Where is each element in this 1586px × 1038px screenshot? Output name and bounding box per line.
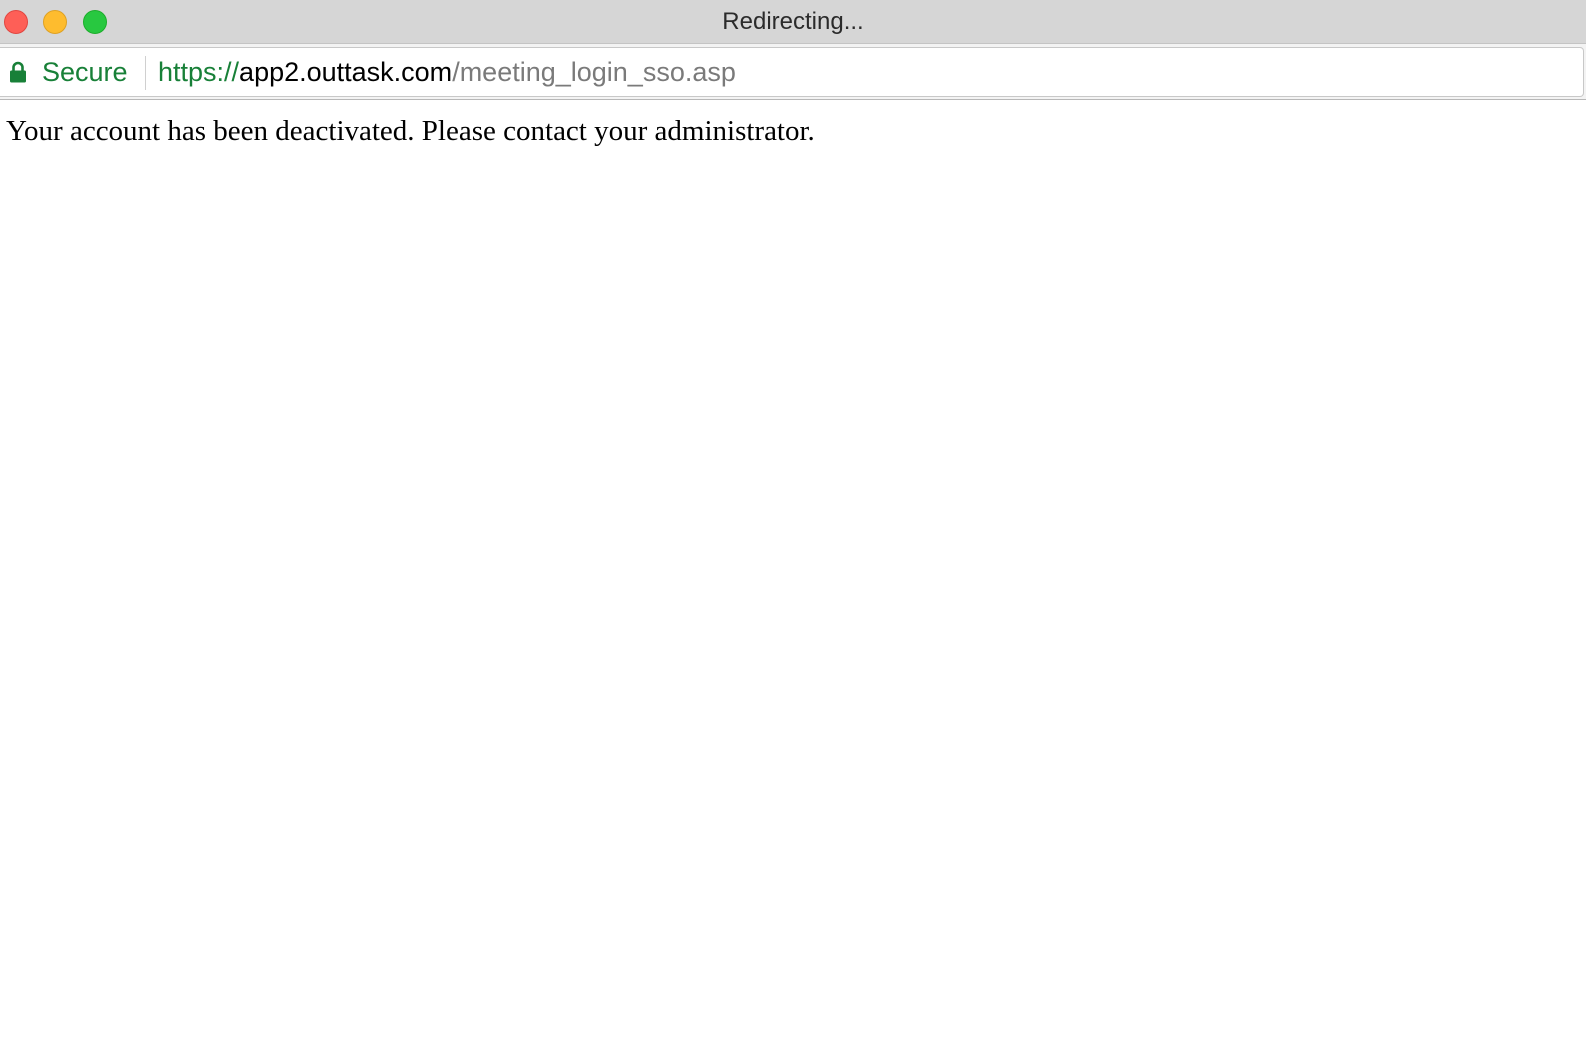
page-content: Your account has been deactivated. Pleas… — [0, 101, 1586, 1038]
deactivated-message: Your account has been deactivated. Pleas… — [6, 115, 815, 147]
address-bar: Secure https://app2.outtask.com/meeting_… — [0, 44, 1586, 100]
window-titlebar: Redirecting... — [0, 0, 1586, 44]
url-host: app2.outtask.com — [239, 57, 453, 87]
omnibox-divider — [145, 56, 146, 90]
url-path: /meeting_login_sso.asp — [452, 57, 736, 87]
url-scheme: https:// — [158, 57, 240, 87]
url-text[interactable]: https://app2.outtask.com/meeting_login_s… — [158, 57, 736, 88]
secure-label[interactable]: Secure — [42, 57, 128, 88]
window-title: Redirecting... — [722, 8, 864, 35]
lock-icon[interactable] — [9, 61, 27, 83]
url-omnibox[interactable]: Secure https://app2.outtask.com/meeting_… — [0, 47, 1584, 97]
